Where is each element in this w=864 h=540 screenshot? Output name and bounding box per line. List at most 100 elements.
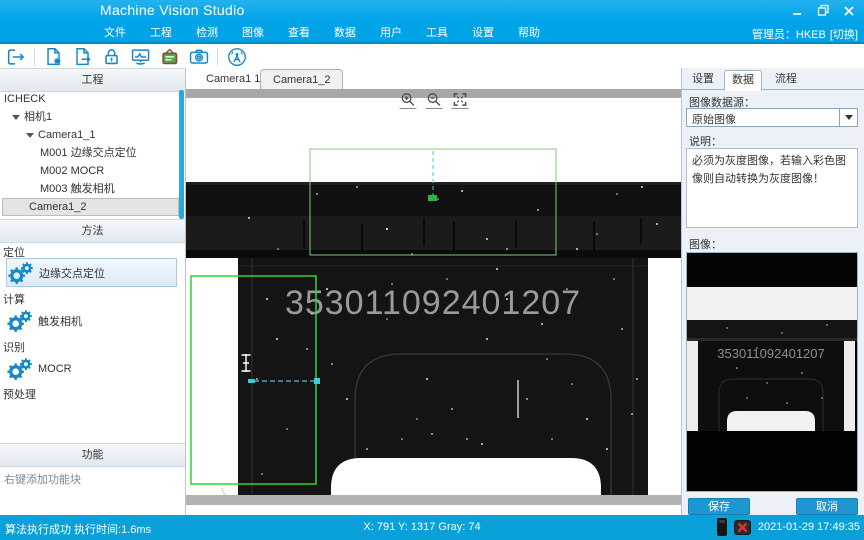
camera-image: 353011092401207 xyxy=(186,98,681,505)
tab-data[interactable]: 数据 xyxy=(724,70,762,91)
camera-button[interactable] xyxy=(186,47,211,68)
menu-help[interactable]: 帮助 xyxy=(506,24,552,40)
chevron-down-icon xyxy=(845,115,853,120)
document-export-button[interactable] xyxy=(70,47,95,68)
tree-scrollbar[interactable] xyxy=(179,90,184,219)
menu-user[interactable]: 用户 xyxy=(368,24,414,40)
device-icon xyxy=(717,518,727,536)
project-tree: ICHECK 相机1 Camera1_1 M001 边缘交点定位 M002 MO… xyxy=(0,90,179,219)
viewer-zoom-toolbar xyxy=(399,91,468,109)
image-preview-label: 图像： xyxy=(689,236,722,252)
gears-icon xyxy=(6,356,34,382)
tree-item-camera1-1[interactable]: Camera1_1 xyxy=(0,126,179,144)
menu-view[interactable]: 查看 xyxy=(276,24,322,40)
zoom-in-icon xyxy=(400,92,415,107)
camera-icon xyxy=(188,46,210,68)
tree-item-m002[interactable]: M002 MOCR xyxy=(0,162,179,180)
run-export-button[interactable] xyxy=(3,47,28,68)
preview-serial-number: 353011092401207 xyxy=(717,346,825,361)
document-settings-icon xyxy=(43,46,65,68)
zoom-out-button[interactable] xyxy=(425,91,442,109)
camera-image-canvas[interactable]: 353011092401207 xyxy=(186,98,681,505)
lock-button[interactable] xyxy=(99,47,124,68)
fit-view-button[interactable] xyxy=(451,91,468,109)
current-user-info: 管理员：HKEB [切换] xyxy=(748,26,858,42)
method-panel-header: 方法 xyxy=(0,219,185,243)
cursor-coordinates: X: 791 Y: 1317 Gray: 74 xyxy=(200,521,644,533)
tree-item-camera1-2[interactable]: Camera1_2 xyxy=(2,198,179,216)
properties-panel: 设置 数据 流程 图像数据源： 原始图像 说明： 必须为灰度图像，若输入彩色图像… xyxy=(681,68,864,515)
method-item-edge-intersection[interactable]: 边缘交点定位 xyxy=(6,258,177,287)
menu-project[interactable]: 工程 xyxy=(138,24,184,40)
fit-view-icon xyxy=(452,92,467,107)
toolbar-separator xyxy=(34,48,35,66)
status-bar: 算法执行成功 执行时间:1.6ms X: 791 Y: 1317 Gray: 7… xyxy=(0,515,864,540)
document-export-icon xyxy=(72,46,94,68)
tree-item-m003[interactable]: M003 触发相机 xyxy=(0,180,179,198)
menu-file[interactable]: 文件 xyxy=(92,24,138,40)
description-label: 说明： xyxy=(689,133,722,149)
status-message: 算法执行成功 执行时间:1.6ms xyxy=(5,521,151,537)
camera-tabs: Camera1 1 Camera1_2 xyxy=(186,68,681,89)
image-source-dropdown[interactable]: 原始图像 xyxy=(686,108,858,127)
expand-arrow-icon[interactable] xyxy=(12,115,20,120)
zoom-out-icon xyxy=(426,92,441,107)
antenna-button[interactable] xyxy=(224,47,249,68)
preview-image: 353011092401207 xyxy=(687,253,857,491)
demo-board-icon xyxy=(159,46,181,68)
dropdown-arrow-box[interactable] xyxy=(839,109,857,126)
close-button[interactable] xyxy=(842,4,856,17)
menu-bar: 文件 工程 检测 图像 查看 数据 用户 工具 设置 帮助 管理员：HKEB [切… xyxy=(0,22,864,44)
viewer-horizontal-scrollbar[interactable] xyxy=(186,495,681,505)
project-panel-header: 工程 xyxy=(0,68,185,92)
method-item-trigger-camera[interactable]: 触发相机 xyxy=(6,306,177,335)
function-hint: 右键添加功能块 xyxy=(4,471,81,487)
demo-board-button[interactable] xyxy=(157,47,182,68)
machine-vision-studio-window: Machine Vision Studio 文件 工程 检测 图像 查看 数据 … xyxy=(0,0,864,540)
save-button[interactable]: 保存 xyxy=(688,498,750,515)
tab-camera1-2[interactable]: Camera1_2 xyxy=(260,69,343,89)
close-icon xyxy=(843,5,855,17)
restore-button[interactable] xyxy=(816,4,830,17)
status-right-group: 2021-01-29 17:49:35 xyxy=(717,518,860,536)
monitor-waveform-icon xyxy=(130,46,152,68)
description-box: 必须为灰度图像，若输入彩色图像则自动转换为灰度图像！ xyxy=(686,148,858,228)
method-category-recognition: 识别 xyxy=(3,339,25,355)
menu-settings[interactable]: 设置 xyxy=(460,24,506,40)
menu-image[interactable]: 图像 xyxy=(230,24,276,40)
menu-tools[interactable]: 工具 xyxy=(414,24,460,40)
main-toolbar xyxy=(0,46,864,69)
part-serial-number: 353011092401207 xyxy=(285,284,581,322)
left-panel: 工程 ICHECK 相机1 Camera1_1 M001 边缘交点定位 M002… xyxy=(0,68,186,515)
antenna-icon xyxy=(226,46,248,68)
expand-arrow-icon[interactable] xyxy=(26,133,34,138)
method-item-mocr[interactable]: MOCR xyxy=(6,354,177,383)
cancel-button[interactable]: 取消 xyxy=(796,498,858,515)
function-panel-header: 功能 xyxy=(0,443,185,467)
roi-anchor-handle[interactable] xyxy=(428,195,437,201)
image-preview[interactable]: 353011092401207 xyxy=(686,252,858,492)
window-controls xyxy=(790,4,856,17)
tree-item-m001[interactable]: M001 边缘交点定位 xyxy=(0,144,179,162)
gears-icon xyxy=(7,260,35,286)
restore-icon xyxy=(817,4,830,17)
tree-item-icheck[interactable]: ICHECK xyxy=(0,90,179,108)
method-category-preprocess: 预处理 xyxy=(3,386,36,402)
roi-guide-handle[interactable] xyxy=(314,378,320,384)
tab-settings[interactable]: 设置 xyxy=(685,70,721,89)
document-settings-button[interactable] xyxy=(41,47,66,68)
user-label: 管理员：HKEB xyxy=(752,29,826,41)
minimize-icon xyxy=(791,5,803,17)
gears-icon xyxy=(6,308,34,334)
tab-flow[interactable]: 流程 xyxy=(768,70,804,89)
lock-icon xyxy=(101,46,123,68)
monitor-button[interactable] xyxy=(128,47,153,68)
image-source-value: 原始图像 xyxy=(692,111,736,127)
switch-user-link[interactable]: [切换] xyxy=(830,29,858,41)
minimize-button[interactable] xyxy=(790,4,804,17)
app-title: Machine Vision Studio xyxy=(100,2,245,18)
menu-detection[interactable]: 检测 xyxy=(184,24,230,40)
menu-data[interactable]: 数据 xyxy=(322,24,368,40)
tree-item-camera-group[interactable]: 相机1 xyxy=(0,108,179,126)
zoom-in-button[interactable] xyxy=(399,91,416,109)
